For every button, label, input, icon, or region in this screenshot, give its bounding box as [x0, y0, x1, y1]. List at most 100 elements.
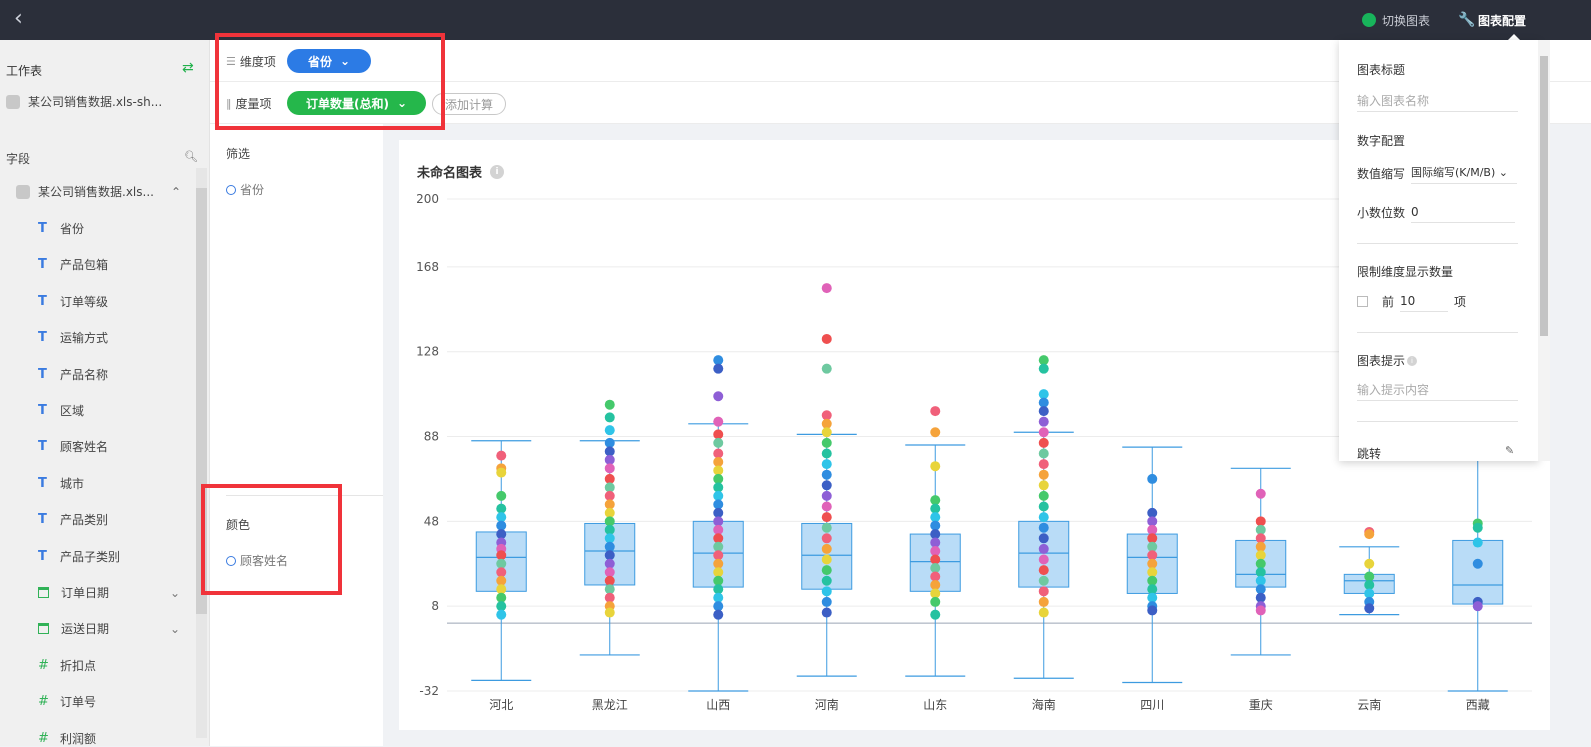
data-point	[1038, 469, 1049, 480]
chevron-up-icon[interactable]: ⌃	[171, 185, 181, 199]
data-point	[604, 607, 615, 618]
switch-dataset-icon[interactable]: ⇄	[182, 60, 194, 76]
divider	[1357, 332, 1518, 333]
decimal-input[interactable]: 0	[1411, 201, 1516, 223]
text-type-icon: T	[38, 548, 47, 564]
data-point	[1472, 522, 1483, 533]
y-tick-label: 8	[431, 599, 439, 613]
field-item[interactable]: T 区域	[38, 402, 84, 419]
data-point	[496, 467, 507, 478]
field-item[interactable]: T 运输方式	[38, 329, 108, 346]
chart-tip-input[interactable]: 输入提示内容	[1357, 379, 1518, 401]
x-tick-label: 西藏	[1466, 698, 1490, 712]
info-icon[interactable]: i	[1407, 355, 1418, 366]
data-point	[1038, 554, 1049, 565]
field-item[interactable]: T 产品名称	[38, 366, 108, 383]
data-point	[1038, 543, 1049, 554]
text-type-icon: T	[38, 330, 47, 346]
data-point	[1038, 427, 1049, 438]
data-point	[713, 363, 724, 374]
box	[1452, 539, 1504, 605]
filter-item[interactable]: 省份	[226, 181, 264, 198]
field-panel: 工作表 ⇄ 某公司销售数据.xls-sh... 字段 🔍︎ 某公司销售数据.xl…	[0, 40, 210, 746]
wrench-icon: 🔧	[1458, 12, 1476, 28]
data-point	[821, 333, 832, 344]
field-item[interactable]: T 产品子类别	[38, 548, 120, 565]
y-tick-label: -32	[419, 684, 439, 698]
data-point	[604, 463, 615, 474]
abbr-select[interactable]: 国际缩写(K/M/B) ⌄	[1411, 162, 1518, 184]
data-point	[1038, 522, 1049, 533]
divider	[1357, 421, 1518, 422]
field-item[interactable]: # 折扣点	[38, 657, 96, 674]
data-point	[1472, 537, 1483, 548]
field-item[interactable]: T 城市	[38, 475, 84, 492]
data-point	[930, 461, 941, 472]
data-point	[1038, 406, 1049, 417]
x-tick-label: 河北	[489, 698, 513, 712]
dataset-item[interactable]: 某公司销售数据.xls-sh...	[6, 93, 162, 110]
chart-title-input[interactable]: 输入图表名称	[1357, 90, 1518, 112]
chevron-down-icon: ⌄	[1498, 166, 1508, 179]
search-icon[interactable]: 🔍︎	[184, 150, 198, 163]
dataset-tree-root[interactable]: 某公司销售数据.xls... ⌃	[16, 183, 181, 200]
data-point	[930, 609, 941, 620]
number-type-icon: #	[38, 657, 49, 673]
highlight-color-box	[201, 484, 342, 595]
text-type-icon: T	[38, 221, 47, 236]
data-point	[604, 412, 615, 423]
data-point	[1147, 473, 1158, 484]
field-item[interactable]: T 产品类别	[38, 511, 108, 528]
data-point	[821, 543, 832, 554]
data-point	[821, 575, 832, 586]
data-point	[821, 533, 832, 544]
data-point	[1364, 603, 1375, 614]
data-point	[1255, 488, 1266, 499]
field-item[interactable]: # 利润额	[38, 730, 96, 747]
data-point	[821, 480, 832, 491]
data-point	[1472, 601, 1483, 612]
field-item[interactable]: 运送日期 ⌄	[38, 620, 180, 637]
switch-chart-button[interactable]: 切换图表	[1362, 12, 1430, 28]
x-tick-label: 黑龙江	[592, 698, 628, 712]
field-item[interactable]: # 订单号	[38, 693, 96, 710]
limit-input[interactable]: 10	[1400, 290, 1449, 312]
worksheet-title: 工作表	[6, 64, 43, 78]
field-item[interactable]: 订单日期 ⌄	[38, 584, 180, 601]
x-tick-label: 河南	[815, 697, 839, 712]
data-point	[821, 363, 832, 374]
field-item[interactable]: T 顾客姓名	[38, 438, 108, 455]
data-point	[821, 501, 832, 512]
y-tick-label: 88	[424, 430, 439, 444]
edit-icon[interactable]: ✎	[1505, 444, 1514, 457]
data-point	[713, 437, 724, 448]
x-tick-label: 云南	[1357, 697, 1381, 712]
data-point	[1038, 363, 1049, 374]
chart-config-button[interactable]: 🔧 图表配置	[1458, 12, 1526, 28]
data-point	[604, 425, 615, 436]
chevron-down-icon[interactable]: ⌄	[170, 622, 180, 636]
field-item[interactable]: T 产品包箱	[38, 256, 108, 273]
number-section-label: 数字配置	[1357, 134, 1406, 148]
data-point	[1038, 586, 1049, 597]
limit-checkbox[interactable]	[1357, 295, 1368, 307]
data-point	[1255, 605, 1266, 616]
calendar-icon	[38, 623, 49, 635]
data-point	[1038, 533, 1049, 544]
data-point	[821, 283, 832, 294]
field-item[interactable]: T 省份	[38, 220, 84, 237]
data-point	[604, 399, 615, 410]
config-scrollbar-thumb[interactable]	[1540, 56, 1548, 336]
field-item[interactable]: T 订单等级	[38, 293, 108, 310]
y-tick-label: 168	[416, 260, 439, 274]
back-icon[interactable]: ‹	[14, 8, 23, 30]
x-tick-label: 四川	[1140, 698, 1164, 712]
y-tick-label: 200	[416, 192, 439, 206]
data-point	[1038, 607, 1049, 618]
chevron-down-icon[interactable]: ⌄	[170, 586, 180, 600]
text-type-icon: T	[38, 439, 47, 455]
data-point	[821, 522, 832, 533]
property-panel: 筛选 省份 颜色 顾客姓名	[210, 124, 383, 746]
y-tick-label: 128	[416, 345, 439, 359]
data-point	[821, 490, 832, 501]
